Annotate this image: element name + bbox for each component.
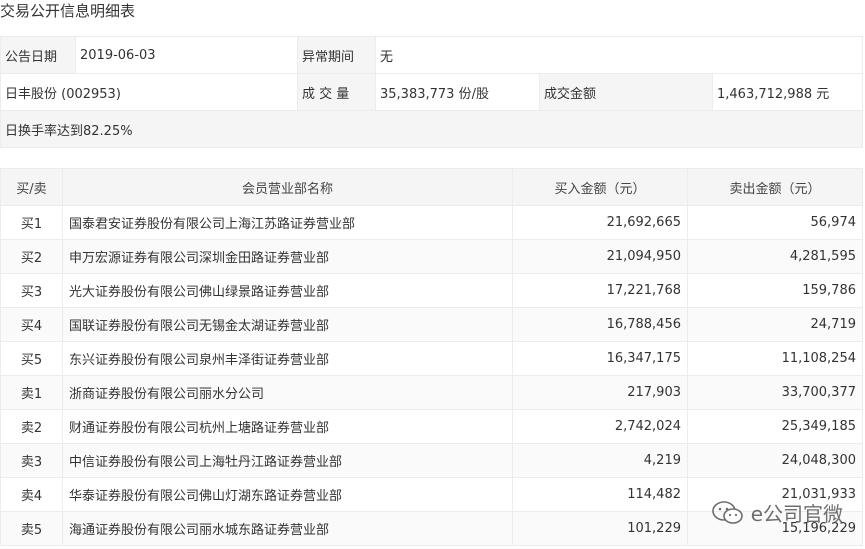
- buy-amount-cell: 16,788,456: [512, 307, 688, 342]
- watermark: e公司官微: [711, 498, 843, 527]
- abnormal-period-label: 异常期间: [297, 36, 376, 74]
- buy-amount-cell: 21,692,665: [512, 205, 688, 240]
- table-row: 卖2 财通证券股份有限公司杭州上塘路证券营业部 2,742,024 25,349,18…: [0, 409, 863, 444]
- deals-body: 买1 国泰君安证券股份有限公司上海江苏路证券营业部 21,692,665 56,974…: [0, 205, 863, 546]
- info-table: 公告日期 2019-06-03 异常期间 无 日丰股份 (002953) 成 交…: [0, 36, 864, 148]
- branch-name-cell: 海通证券股份有限公司丽水城东路证券营业部: [62, 511, 513, 546]
- side-cell: 卖3: [0, 443, 63, 478]
- amount-value: 1,463,712,988 元: [711, 73, 864, 111]
- page-title: 交易公开信息明细表: [0, 2, 136, 20]
- buy-amount-cell: 4,219: [512, 443, 688, 478]
- branch-name-cell: 华泰证券股份有限公司佛山灯湖东路证券营业部: [62, 477, 513, 512]
- branch-name-cell: 申万宏源证券有限公司深圳金田路证券营业部: [62, 239, 513, 274]
- header-side: 买/卖: [0, 168, 63, 206]
- abnormal-period-value: 无: [374, 36, 864, 74]
- side-cell: 买4: [0, 307, 63, 342]
- buy-amount-cell: 101,229: [512, 511, 688, 546]
- buy-amount-cell: 114,482: [512, 477, 688, 512]
- buy-amount-cell: 16,347,175: [512, 341, 688, 376]
- branch-name-cell: 东兴证券股份有限公司泉州丰泽街证券营业部: [62, 341, 513, 376]
- sell-amount-cell: 159,786: [687, 273, 863, 308]
- announce-date-value: 2019-06-03: [75, 36, 298, 74]
- side-cell: 买3: [0, 273, 63, 308]
- volume-label: 成 交 量: [297, 73, 376, 111]
- side-cell: 买1: [0, 205, 63, 240]
- header-sell-amount: 卖出金额（元）: [687, 168, 863, 206]
- buy-amount-cell: 2,742,024: [512, 409, 688, 444]
- sell-amount-cell: 11,108,254: [687, 341, 863, 376]
- side-cell: 卖5: [0, 511, 63, 546]
- side-cell: 卖4: [0, 477, 63, 512]
- header-branch-name: 会员营业部名称: [62, 168, 513, 206]
- branch-name-cell: 光大证券股份有限公司佛山绿景路证券营业部: [62, 273, 513, 308]
- buy-amount-cell: 21,094,950: [512, 239, 688, 274]
- header-buy-amount: 买入金额（元）: [512, 168, 688, 206]
- table-row: 买4 国联证券股份有限公司无锡金太湖证券营业部 16,788,456 24,719: [0, 307, 863, 342]
- branch-name-cell: 财通证券股份有限公司杭州上塘路证券营业部: [62, 409, 513, 444]
- side-cell: 卖1: [0, 375, 63, 410]
- sell-amount-cell: 4,281,595: [687, 239, 863, 274]
- volume-value: 35,383,773 份/股: [375, 73, 540, 111]
- info-row-stock: 日丰股份 (002953) 成 交 量 35,383,773 份/股 成交金额 …: [0, 73, 864, 111]
- deals-header-row: 买/卖 会员营业部名称 买入金额（元） 卖出金额（元）: [0, 168, 863, 206]
- wechat-icon: [711, 500, 745, 526]
- sell-amount-cell: 25,349,185: [687, 409, 863, 444]
- buy-amount-cell: 17,221,768: [512, 273, 688, 308]
- side-cell: 买2: [0, 239, 63, 274]
- announce-date-label: 公告日期: [0, 36, 76, 74]
- side-cell: 卖2: [0, 409, 63, 444]
- branch-name-cell: 国泰君安证券股份有限公司上海江苏路证券营业部: [62, 205, 513, 240]
- table-row: 买3 光大证券股份有限公司佛山绿景路证券营业部 17,221,768 159,786: [0, 273, 863, 308]
- side-cell: 买5: [0, 341, 63, 376]
- sell-amount-cell: 24,048,300: [687, 443, 863, 478]
- info-row-date: 公告日期 2019-06-03 异常期间 无: [0, 36, 864, 74]
- stock-name: 日丰股份 (002953): [0, 73, 298, 111]
- watermark-text: e公司官微: [750, 502, 843, 526]
- table-row: 卖3 中信证券股份有限公司上海牡丹江路证券营业部 4,219 24,048,300: [0, 443, 863, 478]
- buy-amount-cell: 217,903: [512, 375, 688, 410]
- sell-amount-cell: 33,700,377: [687, 375, 863, 410]
- branch-name-cell: 国联证券股份有限公司无锡金太湖证券营业部: [62, 307, 513, 342]
- branch-name-cell: 浙商证券股份有限公司丽水分公司: [62, 375, 513, 410]
- table-row: 买5 东兴证券股份有限公司泉州丰泽街证券营业部 16,347,175 11,108,2…: [0, 341, 863, 376]
- table-row: 买1 国泰君安证券股份有限公司上海江苏路证券营业部 21,692,665 56,974: [0, 205, 863, 240]
- table-row: 卖1 浙商证券股份有限公司丽水分公司 217,903 33,700,377: [0, 375, 863, 410]
- deals-table: 买/卖 会员营业部名称 买入金额（元） 卖出金额（元） 买1 国泰君安证券股份有限…: [0, 168, 863, 546]
- info-row-note: 日换手率达到82.25%: [0, 110, 864, 148]
- sell-amount-cell: 24,719: [687, 307, 863, 342]
- table-row: 买2 申万宏源证券有限公司深圳金田路证券营业部 21,094,950 4,281,59…: [0, 239, 863, 274]
- sell-amount-cell: 56,974: [687, 205, 863, 240]
- turnover-note: 日换手率达到82.25%: [0, 110, 864, 148]
- branch-name-cell: 中信证券股份有限公司上海牡丹江路证券营业部: [62, 443, 513, 478]
- amount-label: 成交金额: [539, 73, 713, 111]
